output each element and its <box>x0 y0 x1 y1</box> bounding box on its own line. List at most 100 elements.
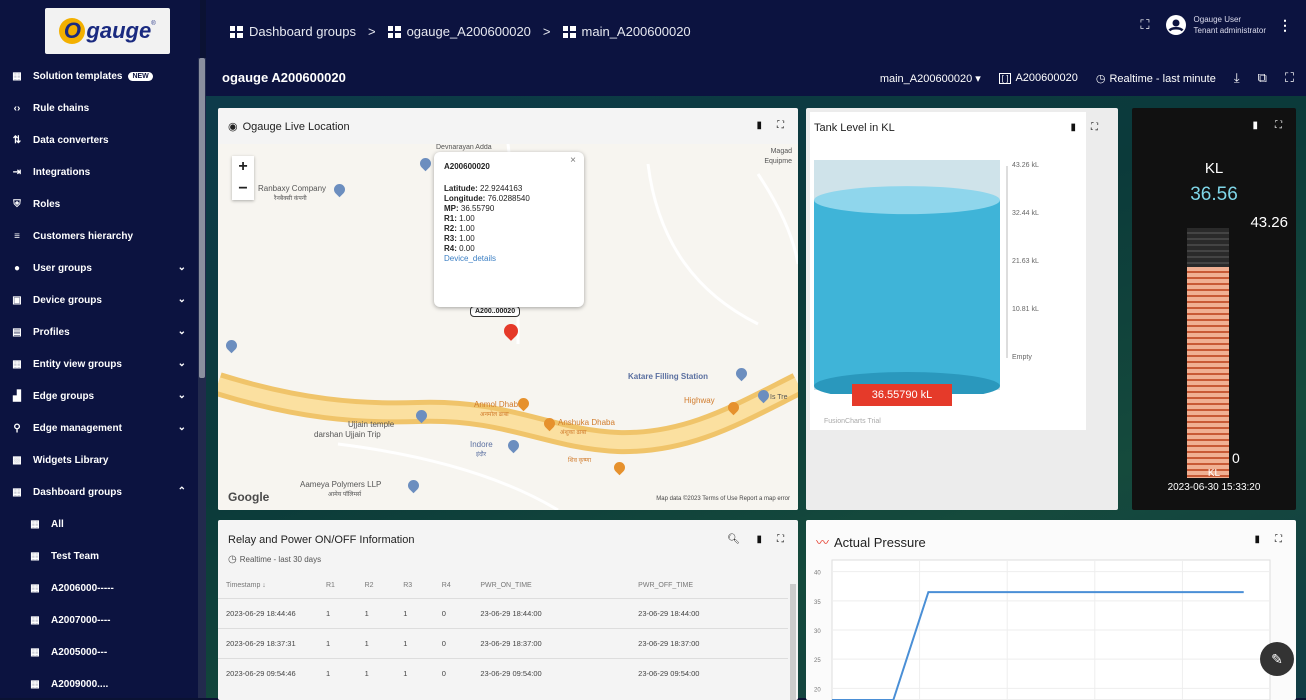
popup-key: MP: <box>444 204 459 213</box>
map-canvas[interactable]: + − Ranbaxy Company रैनबैक्सी कंपनी Devn… <box>218 144 798 510</box>
more-vert-icon[interactable]: ⋮ <box>1278 17 1292 34</box>
export-icon[interactable]: ▮ <box>1252 120 1258 131</box>
user-info: Ogauge User Tenant administrator <box>1194 14 1266 36</box>
sidebar-subitem[interactable]: ▦ A2005000--- <box>0 636 200 668</box>
tank-scale-label: 32.44 kL <box>1012 210 1039 217</box>
sidebar-item[interactable]: ▤ Profiles ⌄ <box>0 316 200 348</box>
sidebar-item[interactable]: ▦ Solution templates NEW <box>0 60 200 92</box>
fullscreen-icon[interactable]: ⛶ <box>1091 122 1098 133</box>
column-header[interactable]: R2 <box>357 574 396 598</box>
fullscreen-icon[interactable]: ⛶ <box>1275 120 1282 131</box>
column-header[interactable]: PWR_OFF_TIME <box>630 574 788 598</box>
fullscreen-icon[interactable]: ⛶ <box>1275 534 1282 545</box>
column-header[interactable]: R3 <box>395 574 434 598</box>
entity-alias[interactable]: [ ] A200600020 <box>998 72 1078 84</box>
fullscreen-icon[interactable]: ⛶ <box>1140 17 1149 33</box>
close-icon[interactable]: × <box>570 156 576 166</box>
download-icon[interactable]: ⤓ <box>1234 70 1240 86</box>
export-icon[interactable]: ⧉ <box>1258 70 1267 86</box>
table-row[interactable]: 2023-06-29 09:54:46 1 1 1 0 23-06-29 09:54:00… <box>218 657 788 688</box>
sidebar: O gauge ® ▦ Solution templates NEW ‹› Rule c… <box>0 0 200 698</box>
map-label: Katare Filling Station <box>628 372 709 381</box>
zoom-in-button[interactable]: + <box>232 156 254 178</box>
relay-widget: Relay and Power ON/OFF Information ◷ Real… <box>218 520 798 700</box>
column-header[interactable]: R1 <box>318 574 357 598</box>
fullscreen-icon[interactable]: ⛶ <box>1285 70 1294 86</box>
table-row[interactable]: 2023-06-29 18:44:46 1 1 1 0 23-06-29 18:44:00… <box>218 597 788 628</box>
fusioncharts-credit[interactable]: FusionCharts Trial <box>824 418 881 425</box>
breadcrumb-item[interactable]: ogauge_A200600020 <box>407 24 531 39</box>
popup-key: R4: <box>444 244 457 253</box>
popup-value: 1.00 <box>459 214 475 223</box>
zoom-out-button[interactable]: − <box>232 178 254 200</box>
timewindow-button[interactable]: ◷ Realtime - last minute <box>1096 72 1216 85</box>
table-cell: 2023-06-29 18:37:31 <box>218 627 318 658</box>
column-header[interactable]: Timestamp ↓ <box>218 574 318 598</box>
tank-scale-label: 21.63 kL <box>1012 258 1039 265</box>
breadcrumb-item[interactable]: main_A200600020 <box>582 24 691 39</box>
fullscreen-icon[interactable]: ⛶ <box>777 120 784 131</box>
kl-timestamp: 2023-06-30 15:33:20 <box>1167 482 1261 493</box>
logo[interactable]: O gauge ® <box>45 8 170 54</box>
sidebar-subitem[interactable]: ▦ A2009000.... <box>0 668 200 698</box>
device-popup: × A200600020 Latitude: 22.9244163 Longitu… <box>434 152 584 307</box>
sidebar-item[interactable]: ‹› Rule chains <box>0 92 200 124</box>
line-chart-icon: 〰 <box>816 535 830 550</box>
column-header[interactable]: R4 <box>434 574 473 598</box>
popup-key: Longitude: <box>444 194 486 203</box>
map-attribution[interactable]: Map data ©2023 Terms of Use Report a map… <box>656 496 790 502</box>
table-cell: 1 <box>395 597 434 628</box>
sidebar-subitem[interactable]: ▦ All <box>0 508 200 540</box>
sidebar-item[interactable]: ▩ Widgets Library <box>0 444 200 476</box>
sidebar-item[interactable]: ⚲ Edge management ⌄ <box>0 412 200 444</box>
input-icon: ⇥ <box>12 166 22 178</box>
column-header[interactable]: PWR_ON_TIME <box>472 574 630 598</box>
popup-key: Latitude: <box>444 184 478 193</box>
device-details-link[interactable]: Device_details <box>444 254 574 264</box>
sidebar-item[interactable]: ≡ Customers hierarchy <box>0 220 200 252</box>
account-circle-icon <box>1165 15 1186 35</box>
search-icon[interactable]: 🔍︎ <box>727 534 740 545</box>
scrollbar-thumb[interactable] <box>199 58 205 378</box>
export-icon[interactable]: ▮ <box>1254 534 1260 545</box>
export-icon[interactable]: ▮ <box>1070 122 1076 133</box>
breadcrumb-item[interactable]: Dashboard groups <box>249 24 356 39</box>
sidebar-item-label: Edge groups <box>33 390 95 402</box>
pressure-title: 〰 Actual Pressure <box>816 532 926 551</box>
map-label: Indore <box>470 440 493 449</box>
sidebar-subitem[interactable]: ▦ A2007000---- <box>0 604 200 636</box>
sidebar-item[interactable]: ▦ Dashboard groups ⌃ <box>0 476 200 508</box>
user-name: Ogauge User <box>1193 15 1242 24</box>
clock-icon: ◷ <box>1095 72 1106 85</box>
sidebar-nav: ▦ Solution templates NEW ‹› Rule chains ⇅ Data… <box>0 60 200 698</box>
user-menu[interactable]: ⛶ Ogauge User Tenant administrator ⋮ <box>1140 14 1292 36</box>
export-icon[interactable]: ▮ <box>756 534 762 545</box>
device-marker-label: A200..00020 <box>470 306 521 317</box>
table-scrollbar[interactable] <box>790 584 796 700</box>
sidebar-item[interactable]: ⇥ Integrations <box>0 156 200 188</box>
state-select[interactable]: main_A200600020 ▾ <box>880 72 981 85</box>
dashboard-toolbar: ogauge A200600020 main_A200600020 ▾ [ ] A… <box>206 60 1306 96</box>
sidebar-item[interactable]: ▣ Device groups ⌄ <box>0 284 200 316</box>
popup-line: R2: 1.00 <box>444 224 574 234</box>
fullscreen-icon[interactable]: ⛶ <box>777 534 784 545</box>
popup-key: R1: <box>444 214 457 223</box>
sidebar-scrollbar[interactable] <box>198 58 206 698</box>
table-cell: 23-06-29 09:54:00 <box>472 657 631 688</box>
sidebar-item[interactable]: ⇅ Data converters <box>0 124 200 156</box>
sidebar-subitem[interactable]: ▦ Test Team <box>0 540 200 572</box>
relay-title: Relay and Power ON/OFF Information <box>228 534 415 546</box>
pencil-icon: ✎ <box>1271 650 1283 667</box>
kl-value: 36.56 <box>1190 184 1238 205</box>
map-widget: ◉ Ogauge Live Location ▮ ⛶ + − Ranbaxy Co… <box>218 108 798 510</box>
kl-unit-bottom: KL <box>1207 468 1221 479</box>
sidebar-item[interactable]: ▟ Edge groups ⌄ <box>0 380 200 412</box>
sidebar-item[interactable]: ● User groups ⌄ <box>0 252 200 284</box>
edit-button[interactable]: ✎ <box>1260 642 1294 676</box>
export-icon[interactable]: ▮ <box>756 120 762 131</box>
y-tick-label: 20 <box>814 687 821 693</box>
sidebar-subitem[interactable]: ▦ A2006000----- <box>0 572 200 604</box>
table-row[interactable]: 2023-06-29 18:37:31 1 1 1 0 23-06-29 18:37:00… <box>218 627 788 658</box>
sidebar-item[interactable]: ⛨ Roles <box>0 188 200 220</box>
sidebar-item[interactable]: ▦ Entity view groups ⌄ <box>0 348 200 380</box>
